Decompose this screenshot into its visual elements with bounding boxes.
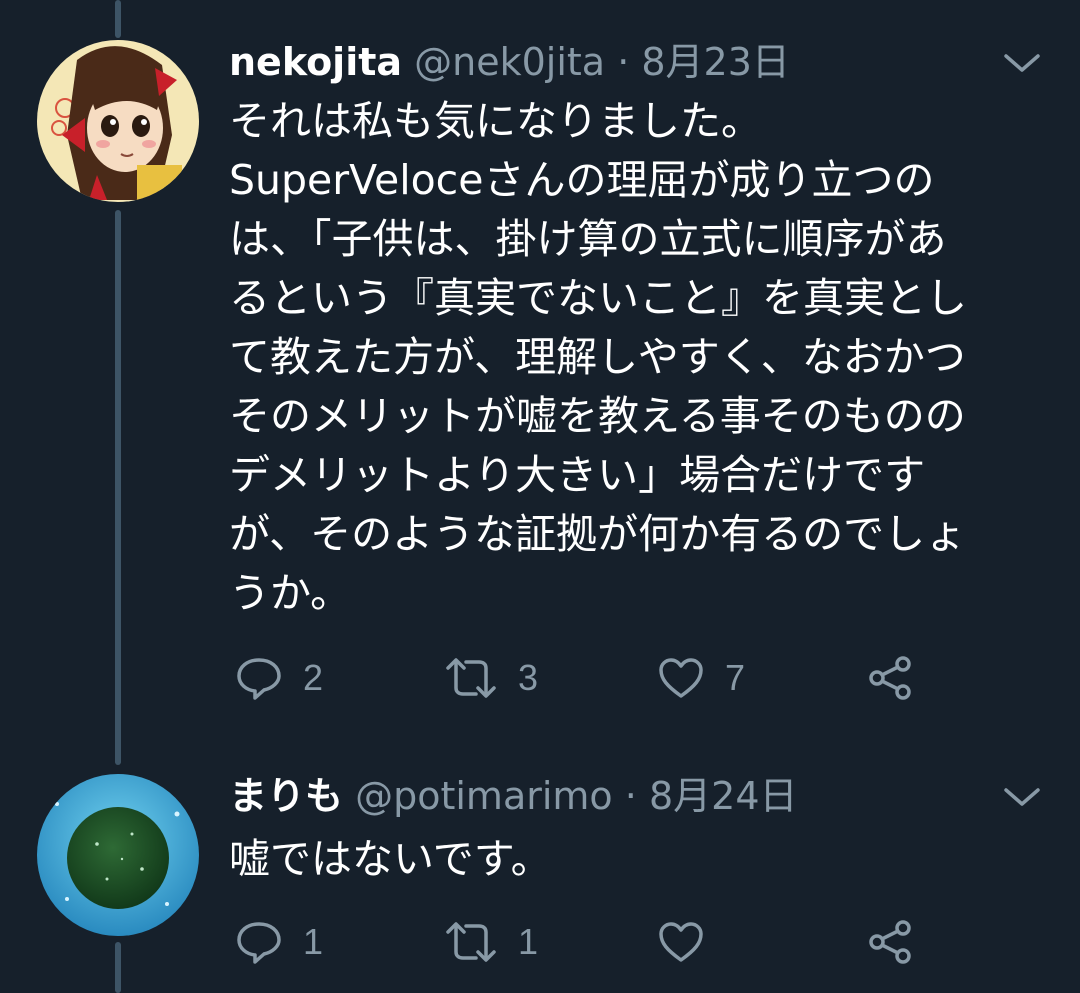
marimo-moss-ball-avatar-icon bbox=[37, 774, 199, 936]
share-icon bbox=[869, 656, 911, 700]
display-name[interactable]: nekojita bbox=[229, 40, 402, 84]
tweet[interactable]: nekojita @nek0jita · 8月23日 それは私も気になりました。… bbox=[0, 0, 1080, 740]
separator: · bbox=[617, 40, 630, 84]
reply-count: 1 bbox=[303, 921, 324, 962]
reply-icon bbox=[237, 922, 281, 964]
tweet-text: 嘘ではないです。 bbox=[229, 835, 552, 883]
reply-button[interactable]: 1 bbox=[235, 912, 323, 972]
tweet[interactable]: まりも @potimarimo · 8月24日 嘘ではないです。 1 1 bbox=[0, 760, 1080, 993]
display-name[interactable]: まりも bbox=[229, 774, 343, 818]
handle[interactable]: @potimarimo bbox=[355, 774, 613, 818]
share-icon bbox=[869, 920, 911, 964]
reply-icon bbox=[237, 658, 281, 700]
tweet-actions: 1 1 bbox=[229, 912, 1029, 972]
avatar[interactable] bbox=[37, 774, 199, 936]
retweet-count: 3 bbox=[518, 657, 539, 698]
retweet-button[interactable]: 1 bbox=[444, 912, 538, 972]
tweet-actions: 2 3 7 bbox=[229, 648, 1029, 708]
reply-button[interactable]: 2 bbox=[235, 648, 323, 708]
heart-icon bbox=[659, 922, 703, 962]
retweet-button[interactable]: 3 bbox=[444, 648, 538, 708]
retweet-count: 1 bbox=[518, 921, 539, 962]
tweet-text: それは私も気になりました。 SuperVeloceさんの理屈が成り立つの は、「… bbox=[229, 97, 967, 617]
like-button[interactable] bbox=[657, 912, 725, 972]
handle[interactable]: @nek0jita bbox=[414, 40, 605, 84]
heart-icon bbox=[659, 658, 703, 698]
anime-girl-avatar-icon bbox=[37, 40, 199, 202]
share-button[interactable] bbox=[865, 912, 915, 972]
tweet-header: まりも @potimarimo · 8月24日 bbox=[229, 771, 990, 821]
share-button[interactable] bbox=[865, 648, 915, 708]
timestamp[interactable]: 8月23日 bbox=[641, 40, 790, 84]
tweet-header: nekojita @nek0jita · 8月23日 bbox=[229, 37, 990, 87]
like-button[interactable]: 7 bbox=[657, 648, 745, 708]
avatar[interactable] bbox=[37, 40, 199, 202]
reply-count: 2 bbox=[303, 657, 324, 698]
chevron-down-icon[interactable] bbox=[1000, 40, 1044, 84]
separator: · bbox=[624, 774, 637, 818]
retweet-icon bbox=[446, 922, 496, 962]
chevron-down-icon[interactable] bbox=[1000, 774, 1044, 818]
timestamp[interactable]: 8月24日 bbox=[649, 774, 798, 818]
retweet-icon bbox=[446, 658, 496, 698]
like-count: 7 bbox=[725, 657, 746, 698]
